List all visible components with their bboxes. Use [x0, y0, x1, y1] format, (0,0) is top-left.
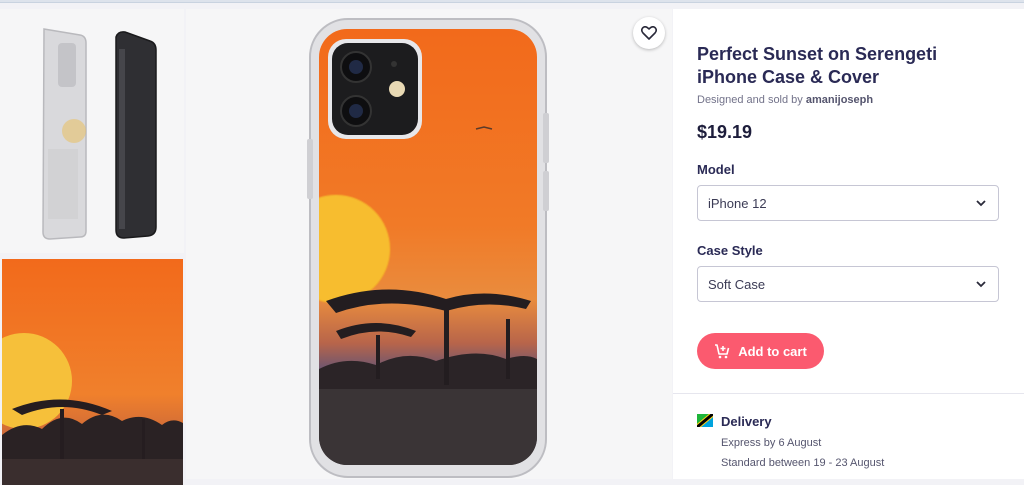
add-to-cart-button[interactable]: Add to cart — [697, 333, 824, 369]
case-style-select[interactable]: Soft Case — [697, 266, 999, 302]
designer-link[interactable]: amanijoseph — [806, 94, 873, 106]
thumbnail-strip — [0, 9, 184, 485]
product-title: Perfect Sunset on Serengeti iPhone Case … — [697, 44, 938, 87]
thumbnail-sunset-artwork[interactable] — [2, 259, 183, 485]
sunset-artwork-image — [2, 259, 183, 485]
main-product-image — [186, 9, 672, 479]
case-style-label: Case Style — [697, 243, 763, 258]
delivery-standard: Standard between 19 - 23 August — [721, 457, 885, 469]
section-divider — [673, 393, 1024, 394]
product-page: Perfect Sunset on Serengeti iPhone Case … — [0, 3, 1024, 485]
product-details-panel: Perfect Sunset on Serengeti iPhone Case … — [673, 9, 1024, 479]
case-sides-image — [42, 28, 157, 240]
tanzania-flag-icon — [697, 414, 713, 427]
heart-icon — [641, 26, 657, 40]
model-label: Model — [697, 162, 735, 177]
chevron-down-icon — [976, 280, 986, 287]
product-price: $19.19 — [697, 122, 753, 142]
model-select-value: iPhone 12 — [708, 195, 767, 211]
delivery-express: Express by 6 August — [721, 437, 822, 449]
model-select[interactable]: iPhone 12 — [697, 185, 999, 221]
case-style-select-value: Soft Case — [708, 276, 766, 292]
delivery-heading: Delivery — [721, 414, 772, 429]
thumbnail-case-sides[interactable] — [0, 9, 184, 253]
add-to-cart-label: Add to cart — [738, 343, 807, 359]
designer-credit: Designed and sold by amanijoseph — [697, 94, 873, 106]
cart-plus-icon — [715, 343, 730, 358]
designer-credit-prefix: Designed and sold by — [697, 94, 803, 106]
iphone-case-image — [307, 18, 549, 478]
chevron-down-icon — [976, 199, 986, 206]
favorite-button[interactable] — [633, 17, 665, 49]
